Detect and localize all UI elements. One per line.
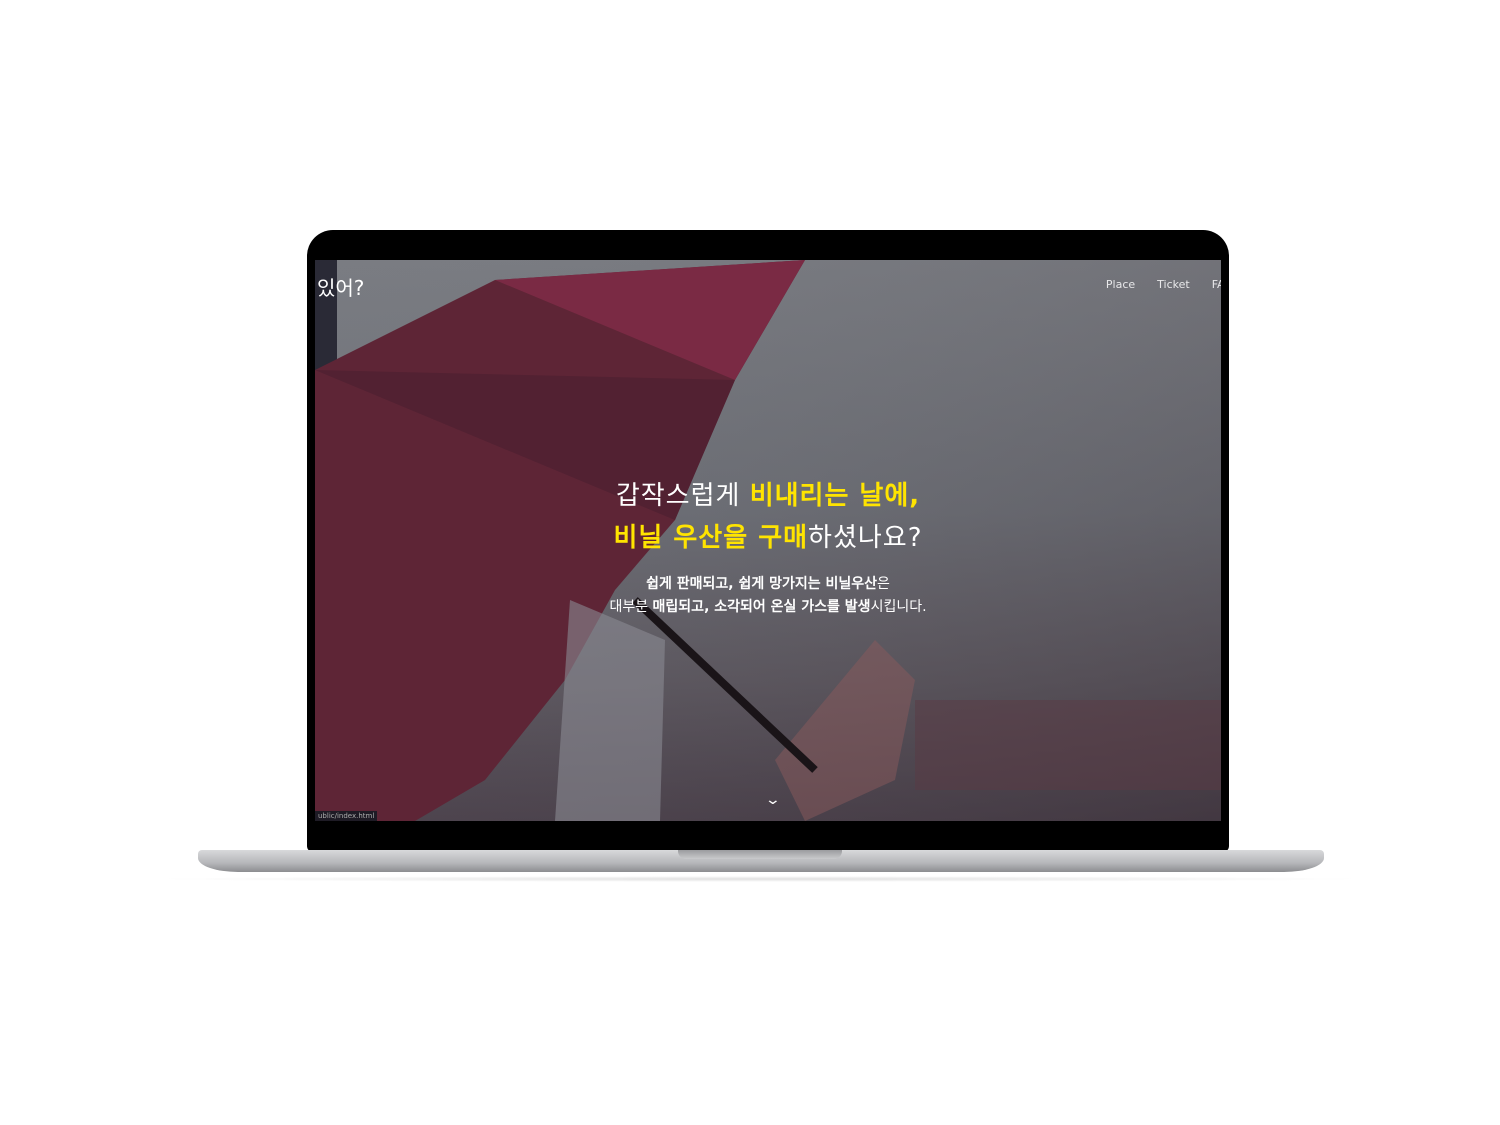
subtitle-bold: 매립되고, 소각되어 온실 가스를 발생	[652, 599, 871, 615]
subtitle-text: 시킵니다.	[870, 599, 927, 615]
subtitle-text: 대부분	[609, 599, 653, 615]
laptop-shadow	[150, 876, 1370, 882]
hero-title: 갑작스럽게 비내리는 날에, 비닐 우산을 구매하셨나요?	[315, 475, 1221, 559]
subtitle-text: 은	[877, 576, 890, 592]
nav-faq[interactable]: FAQ	[1212, 278, 1221, 291]
title-highlight: 비닐 우산을 구매	[613, 523, 809, 553]
nav-place[interactable]: Place	[1106, 278, 1135, 291]
laptop-screen: 있어? Place Ticket FAQ 갑작스럽게 비내리는 날에, 비닐 우…	[315, 260, 1221, 821]
top-nav: Place Ticket FAQ	[1106, 278, 1221, 291]
hero-subtitle: 쉽게 판매되고, 쉽게 망가지는 비닐우산은 대부분 매립되고, 소각되어 온실…	[315, 573, 1221, 619]
browser-status-bar: ublic/index.html	[315, 811, 378, 821]
nav-ticket[interactable]: Ticket	[1157, 278, 1190, 291]
site-logo[interactable]: 있어?	[317, 272, 364, 301]
chevron-down-icon[interactable]: ⌄	[765, 792, 781, 808]
title-text: 하셨나요?	[808, 523, 923, 553]
hero-section: 갑작스럽게 비내리는 날에, 비닐 우산을 구매하셨나요? 쉽게 판매되고, 쉽…	[315, 475, 1221, 619]
subtitle-bold: 쉽게 판매되고, 쉽게 망가지는 비닐우산	[646, 576, 877, 592]
laptop-notch	[678, 850, 842, 859]
title-text: 갑작스럽게	[615, 481, 750, 511]
title-highlight: 비내리는 날에,	[749, 481, 921, 511]
